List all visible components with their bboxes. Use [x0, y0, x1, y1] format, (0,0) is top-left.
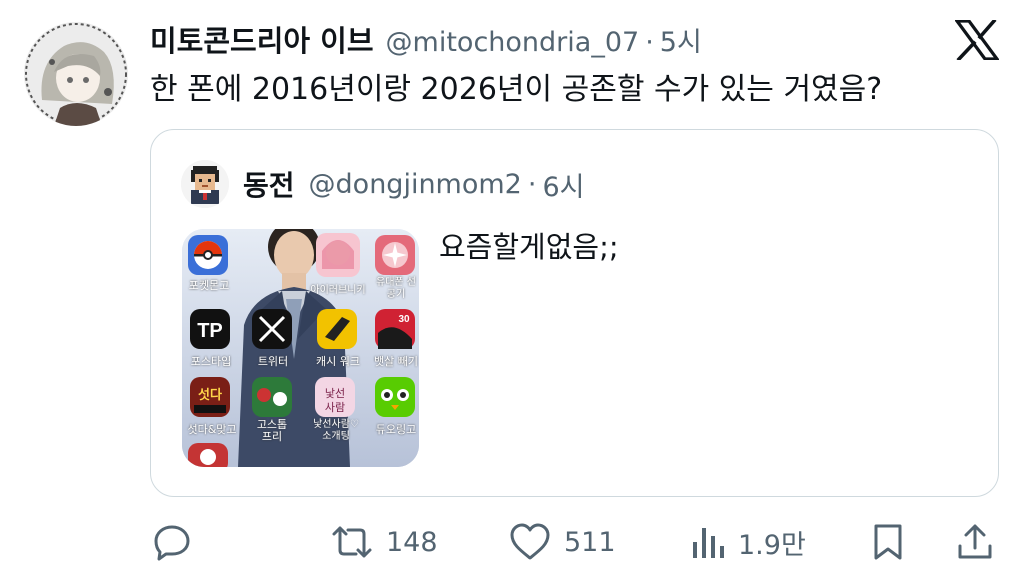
app-label-postype: 포스타입 [190, 355, 232, 368]
app-label-seotda-matgo: 섯다&맞고 [187, 423, 237, 436]
reply-icon [154, 525, 190, 561]
app-label-i-love-nikki: 아이러브니키 [310, 285, 366, 296]
header-separator: · [645, 27, 654, 58]
retweet-icon [332, 526, 372, 558]
cash-walk-app-icon [317, 309, 357, 349]
x-app-icon [252, 309, 292, 349]
views-icon [693, 528, 724, 558]
app-label-belly-fat: 뱃살 빼기 [374, 355, 418, 368]
seotda-matgo-app-icon: 섯다 [190, 377, 230, 417]
author-avatar[interactable] [24, 22, 128, 126]
like-button[interactable]: 511 [508, 512, 616, 572]
handheld-fan-app-icon [375, 235, 415, 275]
avatar-illustration [24, 22, 128, 126]
bookmark-button[interactable] [870, 512, 906, 572]
retweet-button[interactable]: 148 [330, 512, 438, 572]
author-handle[interactable]: @mitochondria_07 [386, 27, 640, 58]
quoted-timestamp[interactable]: 6시 [542, 165, 584, 204]
svg-text:TP: TP [197, 320, 223, 342]
gostop-free-app-icon [252, 377, 292, 417]
share-icon [958, 524, 992, 559]
quoted-display-name[interactable]: 동전 [243, 164, 295, 204]
quoted-tweet[interactable]: 동전 @dongjinmom2 · 6시 TP 30 섯다 낯선 사람 포켓몬고… [150, 129, 999, 497]
tweet-card: 미토콘드리아 이브 @mitochondria_07 · 5시 한 폰에 201… [0, 0, 1024, 586]
bookmark-icon [874, 524, 902, 560]
quoted-tweet-header: 동전 @dongjinmom2 · 6시 [243, 160, 584, 208]
quoted-handle[interactable]: @dongjinmom2 [309, 169, 522, 200]
quoted-author-avatar[interactable] [181, 160, 229, 208]
svg-text:사람: 사람 [325, 401, 345, 414]
tweet-header: 미토콘드리아 이브 @mitochondria_07 · 5시 [150, 18, 702, 58]
app-label-handheld-fan: 유대폰 선공기 [376, 277, 416, 300]
app-label-duolingo: 듀오링고 [375, 423, 417, 436]
app-label-twitter: 트위터 [257, 355, 289, 368]
svg-text:섯다: 섯다 [198, 387, 222, 403]
reply-button[interactable] [152, 512, 192, 572]
like-count: 511 [564, 526, 616, 558]
quoted-media-image[interactable]: TP 30 섯다 낯선 사람 포켓몬고 아이러브니키 유대폰 선공기 포스타입 … [182, 229, 419, 467]
heart-icon [510, 523, 550, 560]
action-bar: 148 511 1.9만 [0, 512, 1024, 572]
author-display-name[interactable]: 미토콘드리아 이브 [150, 18, 374, 60]
quoted-tweet-text: 요즘할게없음;; [439, 230, 619, 264]
views-button[interactable]: 1.9만 [690, 512, 806, 572]
svg-text:낯선: 낯선 [325, 387, 345, 400]
tweet-text: 한 폰에 2016년이랑 2026년이 공존할 수가 있는 거였음? [150, 72, 883, 107]
belly-fat-app-icon: 30 [375, 309, 415, 349]
app-label-stranger-dating: 낯선사람♡ 소개팅 [313, 419, 359, 442]
retweet-count: 148 [386, 526, 438, 558]
svg-text:30: 30 [398, 314, 410, 325]
x-logo-icon[interactable] [953, 18, 1001, 62]
tweet-timestamp[interactable]: 5시 [660, 20, 702, 59]
share-button[interactable] [955, 512, 995, 572]
duolingo-app-icon [375, 377, 415, 417]
views-count: 1.9만 [738, 529, 806, 561]
app-label-pokemon-go: 포켓몬고 [188, 279, 230, 292]
app-label-gostop-free: 고스톱 프리 [256, 418, 288, 443]
pixel-avatar-illustration [181, 160, 229, 208]
pokemon-go-app-icon [188, 235, 228, 275]
postype-app-icon: TP [190, 309, 230, 349]
i-love-nikki-app-icon [316, 233, 360, 277]
stranger-dating-app-icon: 낯선 사람 [315, 377, 355, 417]
quoted-separator: · [527, 168, 537, 200]
partial-app-icon [188, 443, 228, 467]
app-label-cash-walk: 캐시 워크 [316, 355, 360, 368]
